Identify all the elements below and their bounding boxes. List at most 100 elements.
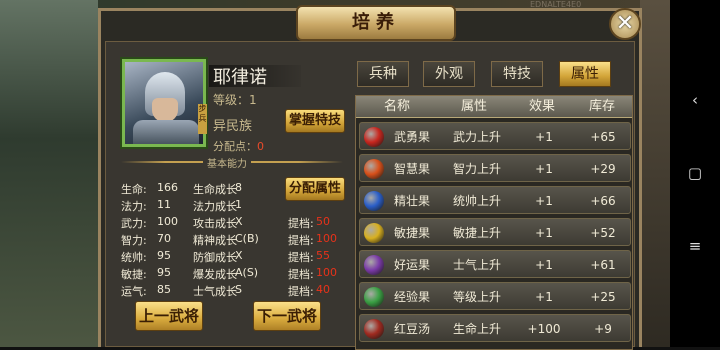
fruit-effect: +1 [535, 290, 553, 304]
tab-troop-type[interactable]: 兵种 [357, 61, 409, 87]
upgrade-label: 提档: [288, 268, 314, 281]
fruit-name: 经验果 [393, 290, 430, 304]
column-header-effect: 效果 [528, 99, 555, 114]
allocation-points: 分配点：0 [213, 138, 264, 154]
fruit-effect: +1 [535, 162, 553, 176]
face-shape [152, 98, 178, 122]
fruit-stock: +9 [594, 322, 612, 336]
upgrade-value: 40 [316, 283, 330, 296]
growth-value: X [235, 249, 243, 262]
growth-value: X [235, 215, 243, 228]
column-header-name: 名称 [383, 99, 410, 114]
fruit-stock: +25 [590, 290, 616, 304]
section-divider: 基本能力 [121, 155, 343, 170]
hero-race: 异民族 [213, 119, 253, 134]
table-row[interactable]: 精壮果 统帅上升 +1 +66 [359, 186, 631, 214]
growth-label: 爆发成长 [193, 268, 237, 281]
fruit-icon [364, 255, 384, 275]
tab-attributes[interactable]: 属性 [559, 61, 611, 87]
stat-row-luck: 运气: 85 士气成长 S 提档: 40 [121, 283, 361, 300]
table-row[interactable]: 智慧果 智力上升 +1 +29 [359, 154, 631, 182]
fruit-stock: +52 [590, 226, 616, 240]
scene-right-edge [640, 0, 670, 347]
stat-label: 运气: [121, 285, 147, 298]
tab-skills[interactable]: 特技 [491, 61, 543, 87]
section-label: 基本能力 [203, 155, 251, 170]
fruit-stock: +61 [590, 258, 616, 272]
back-nav-icon[interactable]: ‹ [687, 92, 703, 108]
fruit-attribute: 生命上升 [452, 322, 501, 336]
next-general-button[interactable]: 下一武将 [253, 301, 321, 331]
home-nav-icon[interactable]: ▢ [687, 165, 703, 181]
table-row[interactable]: 武勇果 武力上升 +1 +65 [359, 122, 631, 150]
growth-label: 士气成长 [193, 285, 237, 298]
stat-value: 85 [157, 283, 171, 296]
dialog-title-plate: 培养 [296, 5, 456, 41]
stat-label: 生命: [121, 183, 147, 196]
upgrade-label: 提档: [288, 285, 314, 298]
stat-label: 法力: [121, 200, 147, 213]
stat-value: 100 [157, 215, 178, 228]
fruit-effect: +1 [535, 226, 553, 240]
unit-type-tag: 步兵 [198, 104, 207, 134]
fruit-attribute: 统帅上升 [452, 194, 501, 208]
fruit-effect: +1 [535, 130, 553, 144]
stat-row-command: 统帅: 95 防御成长 X 提档: 55 [121, 249, 361, 266]
allocation-value: 0 [257, 140, 264, 153]
allocation-label: 分配点： [213, 140, 257, 153]
growth-value: C(B) [235, 232, 259, 245]
fruit-name: 红豆汤 [393, 322, 430, 336]
fruit-table: 名称 属性 效果 库存 武勇果 武力上升 +1 +65 智慧果 智力上升 +1 +29 精壮果 统… [355, 95, 633, 350]
growth-label: 法力成长 [193, 200, 237, 213]
fruit-icon [364, 159, 384, 179]
menu-nav-icon[interactable]: ≡ [687, 238, 703, 254]
fruit-name: 武勇果 [393, 130, 430, 144]
growth-value: S [235, 283, 242, 296]
table-row[interactable]: 敏捷果 敏捷上升 +1 +52 [359, 218, 631, 246]
system-nav-bar: ‹ ▢ ≡ [670, 0, 720, 347]
stat-row-force: 武力: 100 攻击成长 X 提档: 50 [121, 215, 361, 232]
stat-value: 95 [157, 249, 171, 262]
stat-label: 敏捷: [121, 268, 147, 281]
growth-label: 生命成长 [193, 183, 237, 196]
column-header-stock: 库存 [588, 99, 615, 114]
fruit-attribute: 智力上升 [452, 162, 501, 176]
stat-row-intellect: 智力: 70 精神成长 C(B) 提档: 100 [121, 232, 361, 249]
stat-value: 11 [157, 198, 171, 211]
stat-label: 智力: [121, 234, 147, 247]
stat-label: 统帅: [121, 251, 147, 264]
fruit-attribute: 士气上升 [452, 258, 501, 272]
stat-row-agility: 敏捷: 95 爆发成长 A(S) 提档: 100 [121, 266, 361, 283]
growth-label: 攻击成长 [193, 217, 237, 230]
fruit-attribute: 敏捷上升 [452, 226, 501, 240]
prev-general-button[interactable]: 上一武将 [135, 301, 203, 331]
upgrade-label: 提档: [288, 251, 314, 264]
growth-value: A(S) [235, 266, 259, 279]
stat-value: 95 [157, 266, 171, 279]
stat-label: 武力: [121, 217, 147, 230]
table-row[interactable]: 经验果 等级上升 +1 +25 [359, 282, 631, 310]
growth-label: 防御成长 [193, 251, 237, 264]
fruit-attribute: 武力上升 [452, 130, 501, 144]
fruit-attribute: 等级上升 [452, 290, 501, 304]
fruit-stock: +65 [590, 130, 616, 144]
tab-appearance[interactable]: 外观 [423, 61, 475, 87]
table-row[interactable]: 好运果 士气上升 +1 +61 [359, 250, 631, 278]
upgrade-label: 提档: [288, 217, 314, 230]
master-skill-button[interactable]: 掌握特技 [285, 109, 345, 133]
upgrade-label: 提档: [288, 234, 314, 247]
hero-portrait[interactable]: 步兵 [122, 59, 207, 147]
close-button[interactable]: ✕ [609, 8, 641, 40]
growth-value: 1 [235, 198, 242, 211]
table-row[interactable]: 红豆汤 生命上升 +100 +9 [359, 314, 631, 342]
stat-row-hp: 生命: 166 生命成长 8 [121, 181, 361, 198]
hero-level: 等级：1 [213, 93, 257, 107]
fruit-name: 精壮果 [393, 194, 430, 208]
hero-name: 耶律诺 [213, 67, 267, 88]
column-header-attribute: 属性 [460, 99, 487, 114]
fruit-icon [364, 191, 384, 211]
fruit-icon [364, 223, 384, 243]
upgrade-value: 50 [316, 215, 330, 228]
scene-left-edge [0, 0, 98, 347]
fruit-name: 智慧果 [393, 162, 430, 176]
